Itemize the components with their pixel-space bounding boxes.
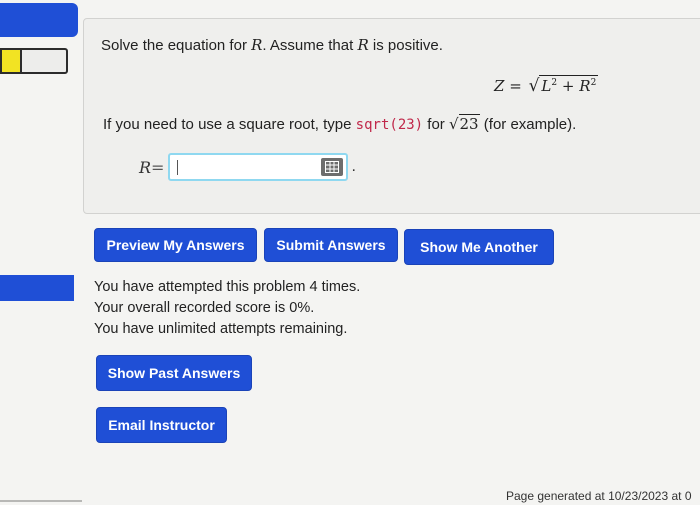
plus-sign: + — [561, 77, 575, 95]
text-caret — [177, 160, 179, 175]
instruction-part: If you need to use a square root, type — [103, 116, 356, 133]
show-me-another-button[interactable]: Show Me Another — [404, 229, 554, 265]
instruction-part: (for example). — [479, 116, 577, 133]
radicand: L2 + R2 — [539, 75, 599, 95]
equation-editor-grid-icon[interactable] — [321, 158, 344, 176]
answer-trailing-period: . — [351, 158, 356, 175]
radical-sign-icon: √ — [528, 76, 540, 96]
exponent: 2 — [590, 78, 597, 88]
instruction-part: for — [423, 116, 449, 133]
sqrt-code-example: sqrt(23) — [355, 117, 424, 133]
problem-text: is positive. — [368, 37, 443, 54]
submit-answers-button[interactable]: Submit Answers — [264, 228, 398, 262]
equation: Z = √ L2 + R2 — [494, 75, 599, 96]
term-l: L — [541, 77, 552, 95]
radical-sign-icon: √ — [448, 115, 459, 133]
page-generated-timestamp: Page generated at 10/23/2023 at 0 — [506, 489, 692, 503]
remaining-attempts-text: You have unlimited attempts remaining. — [94, 321, 348, 337]
problem-statement: Solve the equation for R. Assume that R … — [101, 36, 443, 54]
score-text: Your overall recorded score is 0%. — [94, 300, 315, 316]
answer-input-field[interactable] — [168, 153, 349, 181]
answer-row: R= . — [139, 151, 356, 183]
inline-square-root: √23 — [449, 114, 480, 133]
term-r: R — [579, 77, 591, 95]
square-root: √ L2 + R2 — [527, 75, 599, 96]
instruction-text: If you need to use a square root, type s… — [103, 114, 577, 133]
show-past-answers-button[interactable]: Show Past Answers — [96, 355, 252, 391]
attempts-count-text: You have attempted this problem 4 times. — [94, 279, 361, 295]
problem-panel: Solve the equation for R. Assume that R … — [83, 18, 700, 214]
variable-r: R — [251, 36, 263, 54]
answer-input[interactable] — [170, 155, 329, 181]
variable-r: R — [357, 36, 369, 54]
answer-variable: R — [139, 157, 152, 177]
nav-button-top[interactable] — [0, 3, 78, 37]
radicand: 23 — [458, 114, 480, 133]
problem-text: Solve the equation for — [101, 37, 252, 54]
equation-equals: = — [509, 77, 522, 95]
exponent: 2 — [551, 78, 558, 88]
equation-lhs: Z — [494, 77, 505, 95]
attempt-status: You have attempted this problem 4 times.… — [94, 277, 360, 340]
problem-text: . Assume that — [262, 37, 358, 54]
nav-tab-active[interactable] — [0, 48, 20, 74]
nav-divider — [0, 500, 82, 502]
answer-label: R= — [139, 158, 164, 177]
email-instructor-button[interactable]: Email Instructor — [96, 407, 227, 443]
nav-button-mid[interactable] — [0, 275, 74, 301]
answer-equals: = — [151, 157, 165, 177]
nav-tab[interactable] — [20, 48, 68, 74]
page: Solve the equation for R. Assume that R … — [0, 0, 700, 505]
preview-answers-button[interactable]: Preview My Answers — [94, 228, 257, 262]
